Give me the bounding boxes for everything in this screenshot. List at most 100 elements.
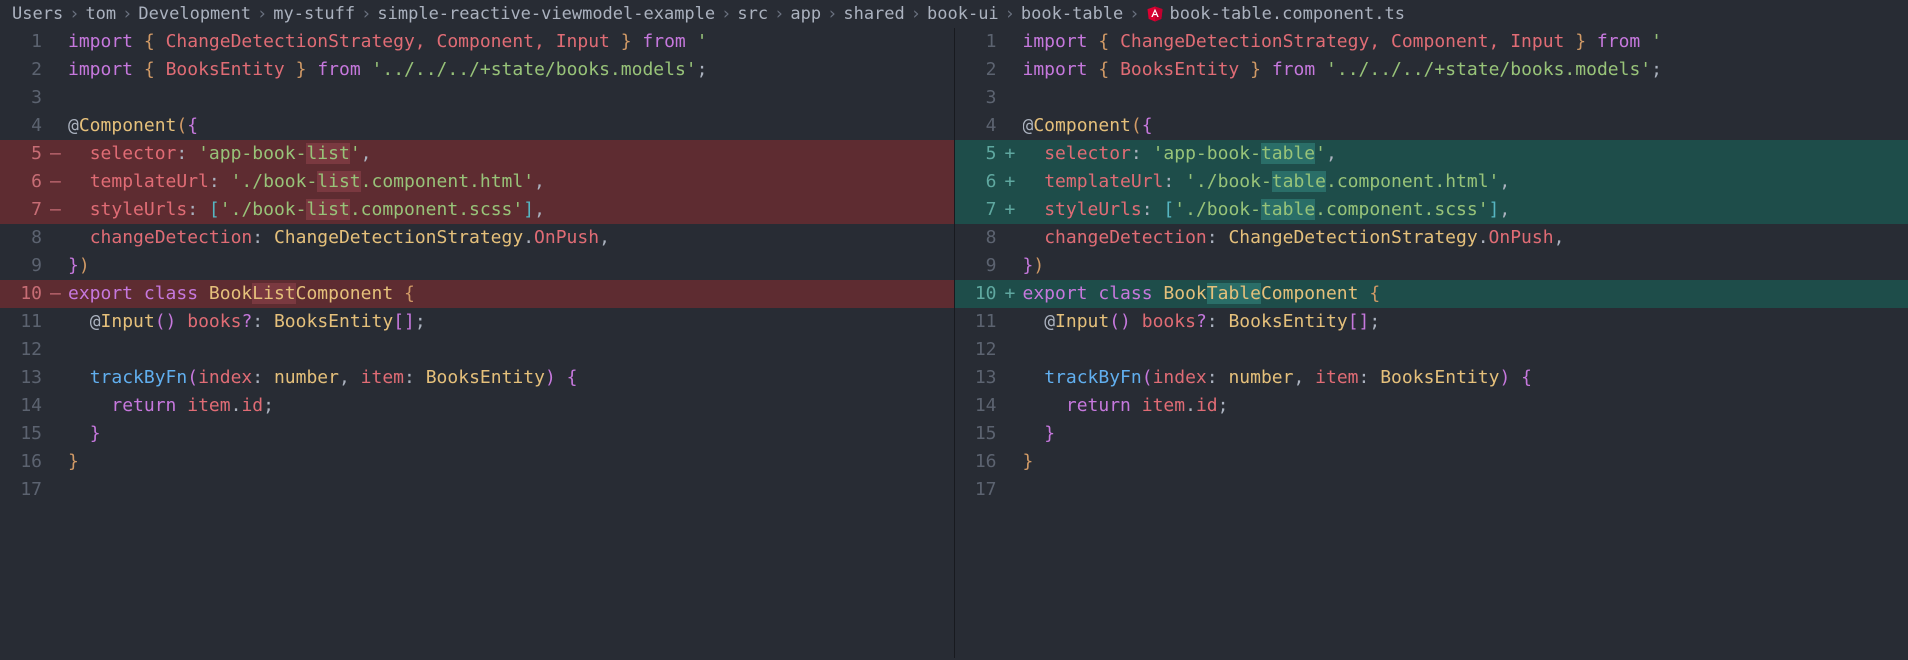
- breadcrumb-segment[interactable]: Users: [12, 4, 63, 24]
- code-line[interactable]: 5 — selector: 'app-book-list',: [0, 140, 954, 168]
- code-line[interactable]: 15 }: [955, 420, 1908, 448]
- line-number: 2: [955, 56, 1005, 84]
- code-line[interactable]: 15 }: [0, 420, 954, 448]
- line-content: }: [1023, 420, 1908, 448]
- line-content: }): [68, 252, 954, 280]
- line-content: }: [1023, 448, 1908, 476]
- breadcrumb-separator: ›: [1129, 4, 1139, 24]
- line-number: 15: [955, 420, 1005, 448]
- line-number: 3: [0, 84, 50, 112]
- line-number: 5: [955, 140, 1005, 168]
- code-line[interactable]: 8 changeDetection: ChangeDetectionStrate…: [0, 224, 954, 252]
- code-line[interactable]: 6 + templateUrl: './book-table.component…: [955, 168, 1908, 196]
- line-content: }): [1023, 252, 1908, 280]
- diff-marker: —: [50, 196, 68, 224]
- code-line[interactable]: 4 @Component({: [0, 112, 954, 140]
- breadcrumb-separator: ›: [257, 4, 267, 24]
- code-line[interactable]: 1 import { ChangeDetectionStrategy, Comp…: [0, 28, 954, 56]
- line-content: trackByFn(index: number, item: BooksEnti…: [1023, 364, 1908, 392]
- line-content: return item.id;: [68, 392, 954, 420]
- code-line[interactable]: 16 }: [0, 448, 954, 476]
- breadcrumb-segment[interactable]: Development: [138, 4, 251, 24]
- line-content: @Input() books?: BooksEntity[];: [68, 308, 954, 336]
- breadcrumb-segment[interactable]: shared: [843, 4, 904, 24]
- breadcrumb-separator: ›: [827, 4, 837, 24]
- diff-pane-left[interactable]: 1 import { ChangeDetectionStrategy, Comp…: [0, 28, 955, 658]
- line-number: 9: [955, 252, 1005, 280]
- line-content: import { BooksEntity } from '../../../+s…: [68, 56, 954, 84]
- code-line[interactable]: 1 import { ChangeDetectionStrategy, Comp…: [955, 28, 1908, 56]
- code-line[interactable]: 10 + export class BookTableComponent {: [955, 280, 1908, 308]
- code-line[interactable]: 13 trackByFn(index: number, item: BooksE…: [0, 364, 954, 392]
- diff-marker: —: [50, 168, 68, 196]
- line-content: styleUrls: ['./book-table.component.scss…: [1023, 196, 1908, 224]
- line-content: changeDetection: ChangeDetectionStrategy…: [1023, 224, 1908, 252]
- diff-container: 1 import { ChangeDetectionStrategy, Comp…: [0, 28, 1908, 658]
- code-line[interactable]: 4 @Component({: [955, 112, 1908, 140]
- code-line[interactable]: 11 @Input() books?: BooksEntity[];: [955, 308, 1908, 336]
- diff-pane-right[interactable]: 1 import { ChangeDetectionStrategy, Comp…: [955, 28, 1908, 658]
- line-content: selector: 'app-book-list',: [68, 140, 954, 168]
- code-line[interactable]: 12: [955, 336, 1908, 364]
- code-line[interactable]: 3: [955, 84, 1908, 112]
- code-line[interactable]: 11 @Input() books?: BooksEntity[];: [0, 308, 954, 336]
- diff-marker: +: [1005, 196, 1023, 224]
- breadcrumb-segment[interactable]: book-ui: [927, 4, 999, 24]
- breadcrumb-segment[interactable]: simple-reactive-viewmodel-example: [377, 4, 715, 24]
- code-line[interactable]: 14 return item.id;: [0, 392, 954, 420]
- code-line[interactable]: 5 + selector: 'app-book-table',: [955, 140, 1908, 168]
- diff-marker: —: [50, 140, 68, 168]
- code-line[interactable]: 17: [0, 476, 954, 504]
- line-number: 8: [955, 224, 1005, 252]
- line-number: 12: [0, 336, 50, 364]
- line-content: changeDetection: ChangeDetectionStrategy…: [68, 224, 954, 252]
- breadcrumb-segment[interactable]: book-table: [1021, 4, 1123, 24]
- breadcrumb-segment[interactable]: my-stuff: [273, 4, 355, 24]
- code-line[interactable]: 3: [0, 84, 954, 112]
- line-content: import { BooksEntity } from '../../../+s…: [1023, 56, 1908, 84]
- code-line[interactable]: 17: [955, 476, 1908, 504]
- code-line[interactable]: 8 changeDetection: ChangeDetectionStrate…: [955, 224, 1908, 252]
- breadcrumb-segment[interactable]: src: [737, 4, 768, 24]
- code-line[interactable]: 6 — templateUrl: './book-list.component.…: [0, 168, 954, 196]
- code-line[interactable]: 16 }: [955, 448, 1908, 476]
- code-line[interactable]: 7 + styleUrls: ['./book-table.component.…: [955, 196, 1908, 224]
- code-line[interactable]: 12: [0, 336, 954, 364]
- breadcrumb-segment[interactable]: tom: [85, 4, 116, 24]
- line-number: 3: [955, 84, 1005, 112]
- line-content: templateUrl: './book-list.component.html…: [68, 168, 954, 196]
- code-line[interactable]: 2 import { BooksEntity } from '../../../…: [0, 56, 954, 84]
- breadcrumb-file[interactable]: book-table.component.ts: [1170, 4, 1405, 24]
- line-number: 10: [955, 280, 1005, 308]
- angular-icon: [1146, 5, 1164, 23]
- code-line[interactable]: 10 — export class BookListComponent {: [0, 280, 954, 308]
- diff-marker: —: [50, 280, 68, 308]
- breadcrumb-separator: ›: [1005, 4, 1015, 24]
- breadcrumb-separator: ›: [122, 4, 132, 24]
- line-number: 7: [0, 196, 50, 224]
- line-number: 14: [0, 392, 50, 420]
- code-line[interactable]: 14 return item.id;: [955, 392, 1908, 420]
- code-line[interactable]: 13 trackByFn(index: number, item: BooksE…: [955, 364, 1908, 392]
- code-line[interactable]: 2 import { BooksEntity } from '../../../…: [955, 56, 1908, 84]
- line-number: 16: [955, 448, 1005, 476]
- breadcrumb-segment[interactable]: app: [790, 4, 821, 24]
- line-number: 4: [0, 112, 50, 140]
- line-content: import { ChangeDetectionStrategy, Compon…: [1023, 28, 1908, 56]
- line-content: trackByFn(index: number, item: BooksEnti…: [68, 364, 954, 392]
- line-number: 8: [0, 224, 50, 252]
- code-line[interactable]: 9 }): [0, 252, 954, 280]
- line-content: templateUrl: './book-table.component.htm…: [1023, 168, 1908, 196]
- line-number: 2: [0, 56, 50, 84]
- breadcrumb-separator: ›: [69, 4, 79, 24]
- breadcrumb-separator: ›: [911, 4, 921, 24]
- line-number: 13: [0, 364, 50, 392]
- line-number: 15: [0, 420, 50, 448]
- breadcrumb-separator: ›: [774, 4, 784, 24]
- code-line[interactable]: 9 }): [955, 252, 1908, 280]
- line-number: 6: [955, 168, 1005, 196]
- line-number: 1: [0, 28, 50, 56]
- line-number: 6: [0, 168, 50, 196]
- code-line[interactable]: 7 — styleUrls: ['./book-list.component.s…: [0, 196, 954, 224]
- line-content: }: [68, 420, 954, 448]
